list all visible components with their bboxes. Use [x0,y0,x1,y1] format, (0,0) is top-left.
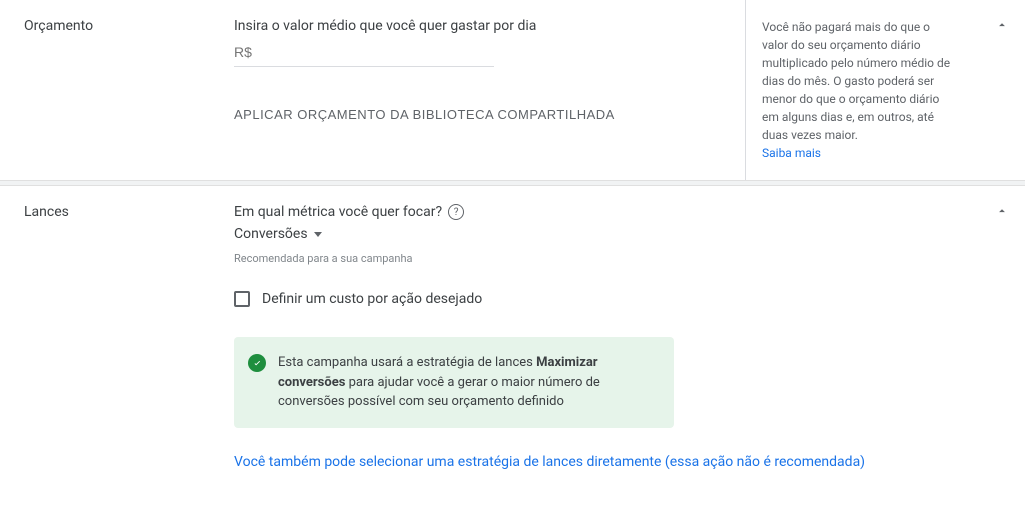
budget-field-label: Insira o valor médio que você quer gasta… [234,18,745,34]
cpa-checkbox-label: Definir um custo por ação desejado [262,291,482,307]
budget-label: Orçamento [0,0,210,180]
bidding-section: Lances Em qual métrica você quer focar? … [0,186,1025,494]
metric-question-row: Em qual métrica você quer focar? ? [234,204,975,220]
bidding-label: Lances [0,186,210,494]
info-prefix: Esta campanha usará a estratégia de lanc… [278,355,536,370]
chevron-up-icon[interactable] [995,18,1009,36]
help-icon[interactable]: ? [448,204,464,220]
cpa-checkbox-row: Definir um custo por ação desejado [234,291,975,307]
alt-strategy-link[interactable]: Você também pode selecionar uma estratég… [234,454,975,470]
metric-dropdown[interactable]: Conversões [234,226,975,242]
budget-help-panel: Você não pagará mais do que o valor do s… [745,0,975,180]
budget-input[interactable] [234,40,494,67]
budget-collapse-col [975,0,1025,180]
bidding-collapse-col [975,186,1025,494]
cpa-checkbox[interactable] [234,291,250,307]
apply-library-budget-button[interactable]: APLICAR ORÇAMENTO DA BIBLIOTECA COMPARTI… [234,107,615,122]
metric-recommended: Recomendada para a sua campanha [234,252,975,265]
chevron-up-icon[interactable] [995,204,1009,222]
budget-learn-more-link[interactable]: Saiba mais [762,146,821,160]
metric-question: Em qual métrica você quer focar? [234,204,442,220]
caret-down-icon [314,232,322,237]
check-circle-icon [248,354,266,372]
budget-section: Orçamento Insira o valor médio que você … [0,0,1025,180]
metric-selected: Conversões [234,226,308,242]
budget-body: Insira o valor médio que você quer gasta… [210,0,745,180]
strategy-info-text: Esta campanha usará a estratégia de lanc… [278,353,656,412]
bidding-body: Em qual métrica você quer focar? ? Conve… [210,186,975,494]
strategy-info-box: Esta campanha usará a estratégia de lanc… [234,337,674,428]
budget-help-text: Você não pagará mais do que o valor do s… [762,20,950,142]
